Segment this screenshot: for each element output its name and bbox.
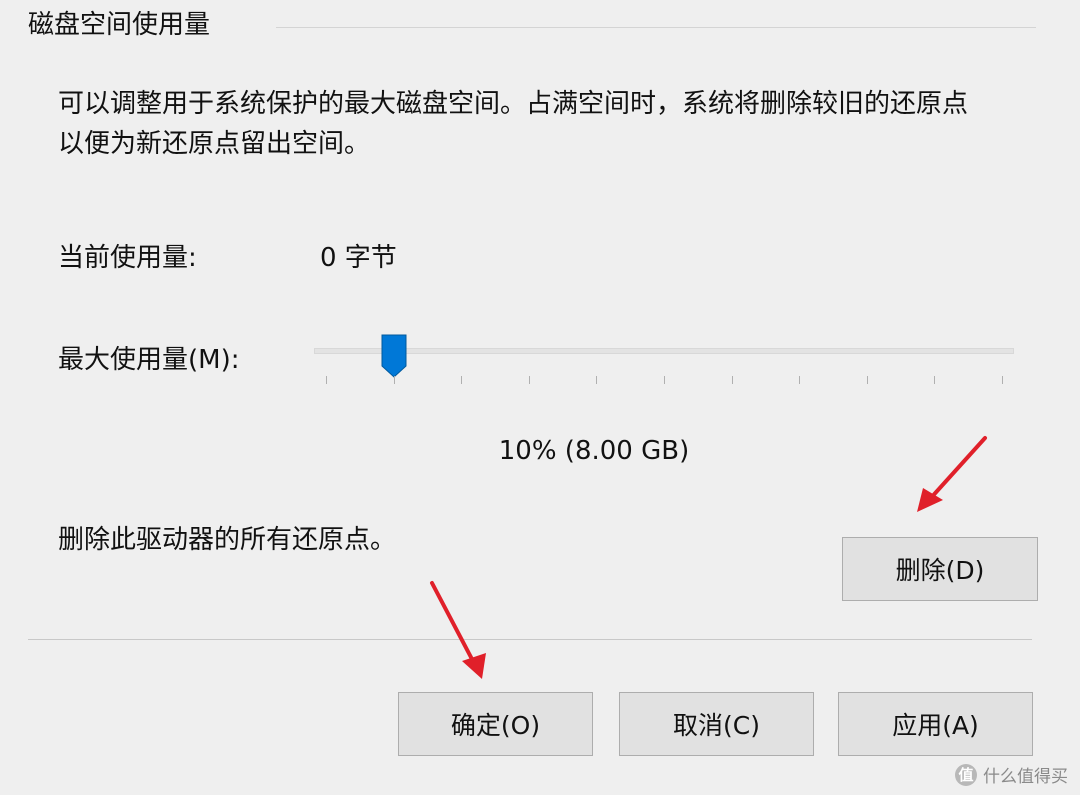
watermark-text: 什么值得买 — [983, 767, 1068, 787]
slider-tick — [596, 376, 598, 384]
cancel-button[interactable]: 取消(C) — [619, 692, 814, 756]
slider-tick — [461, 376, 463, 384]
description: 可以调整用于系统保护的最大磁盘空间。占满空间时，系统将删除较旧的还原点 以便为新… — [58, 84, 1048, 164]
slider-tick — [934, 376, 936, 384]
apply-button[interactable]: 应用(A) — [838, 692, 1033, 756]
ok-button[interactable]: 确定(O) — [398, 692, 593, 756]
slider-tick — [664, 376, 665, 384]
watermark: 值 什么值得买 — [955, 762, 1068, 787]
slider-track[interactable] — [314, 348, 1014, 354]
max-usage-slider[interactable] — [314, 330, 1014, 390]
annotation-arrow-icon — [917, 436, 987, 512]
max-usage-label: 最大使用量(M): — [58, 345, 240, 375]
slider-tick — [1002, 376, 1003, 384]
description-line-1: 可以调整用于系统保护的最大磁盘空间。占满空间时，系统将删除较旧的还原点 — [58, 89, 969, 119]
delete-all-description: 删除此驱动器的所有还原点。 — [58, 525, 397, 555]
delete-button[interactable]: 删除(D) — [842, 537, 1038, 601]
slider-tick — [528, 376, 530, 384]
watermark-logo-icon: 值 — [955, 763, 977, 786]
slider-tick — [799, 376, 801, 384]
group-title: 磁盘空间使用量 — [28, 8, 217, 42]
current-usage-label: 当前使用量: — [58, 243, 197, 273]
slider-thumb[interactable] — [381, 334, 407, 378]
slider-tick — [393, 376, 395, 384]
slider-tick — [866, 376, 868, 384]
footer-divider — [28, 639, 1032, 640]
slider-tick — [326, 376, 327, 384]
description-line-2: 以便为新还原点留出空间。 — [58, 129, 371, 159]
current-usage-value: 0 字节 — [320, 243, 397, 273]
annotation-arrow-icon — [430, 581, 486, 679]
slider-tick — [731, 376, 733, 384]
group-border-line — [276, 27, 1036, 28]
